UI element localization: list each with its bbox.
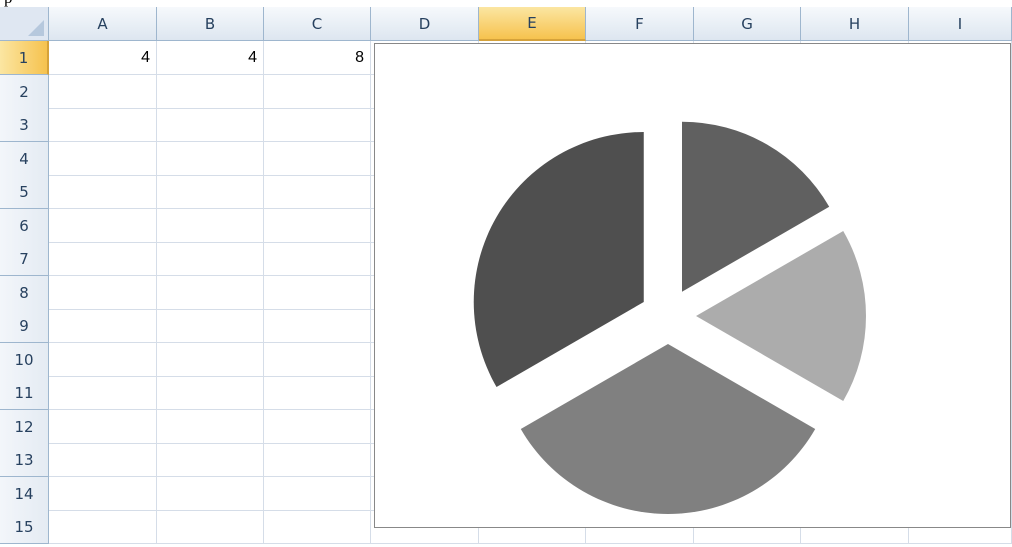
- row-header-7[interactable]: 7: [0, 242, 49, 276]
- cell-c9[interactable]: [264, 309, 371, 343]
- cell-a12[interactable]: [49, 410, 157, 444]
- row-header-13[interactable]: 13: [0, 443, 49, 477]
- cell-a8[interactable]: [49, 276, 157, 310]
- cell-b14[interactable]: [157, 477, 264, 511]
- cell-a13[interactable]: [49, 443, 157, 477]
- row-header-5[interactable]: 5: [0, 175, 49, 209]
- cell-a14[interactable]: [49, 477, 157, 511]
- row-header-6[interactable]: 6: [0, 209, 49, 243]
- cell-c14[interactable]: [264, 477, 371, 511]
- cell-b6[interactable]: [157, 209, 264, 243]
- column-header-d[interactable]: D: [371, 7, 479, 41]
- row-header-14[interactable]: 14: [0, 477, 49, 511]
- row-header-2[interactable]: 2: [0, 75, 49, 109]
- cell-a15[interactable]: [49, 510, 157, 544]
- pie-chart[interactable]: [374, 43, 1011, 528]
- cell-b13[interactable]: [157, 443, 264, 477]
- cell-a10[interactable]: [49, 343, 157, 377]
- cell-a3[interactable]: [49, 108, 157, 142]
- pie-chart-plot: [473, 121, 866, 514]
- cell-b12[interactable]: [157, 410, 264, 444]
- column-header-e[interactable]: E: [479, 7, 586, 41]
- cell-b1[interactable]: 4: [157, 41, 264, 75]
- cell-a11[interactable]: [49, 376, 157, 410]
- column-header-a[interactable]: A: [49, 7, 157, 41]
- row-header-9[interactable]: 9: [0, 309, 49, 343]
- row-header-11[interactable]: 11: [0, 376, 49, 410]
- cell-b8[interactable]: [157, 276, 264, 310]
- cell-a2[interactable]: [49, 75, 157, 109]
- cell-b15[interactable]: [157, 510, 264, 544]
- cell-b5[interactable]: [157, 175, 264, 209]
- cell-c6[interactable]: [264, 209, 371, 243]
- cell-a1[interactable]: 4: [49, 41, 157, 75]
- pie-slice-4[interactable]: [473, 132, 644, 387]
- row-header-8[interactable]: 8: [0, 276, 49, 310]
- cell-c3[interactable]: [264, 108, 371, 142]
- select-all-corner[interactable]: [0, 7, 49, 41]
- column-header-c[interactable]: C: [264, 7, 371, 41]
- cell-c13[interactable]: [264, 443, 371, 477]
- row-header-4[interactable]: 4: [0, 142, 49, 176]
- row-header-15[interactable]: 15: [0, 510, 49, 544]
- cell-c12[interactable]: [264, 410, 371, 444]
- row-header-12[interactable]: 12: [0, 410, 49, 444]
- cell-c1[interactable]: 8: [264, 41, 371, 75]
- cell-b11[interactable]: [157, 376, 264, 410]
- column-header-b[interactable]: B: [157, 7, 264, 41]
- row-header-3[interactable]: 3: [0, 108, 49, 142]
- cell-a5[interactable]: [49, 175, 157, 209]
- cell-b4[interactable]: [157, 142, 264, 176]
- row-header-1[interactable]: 1: [0, 41, 49, 75]
- cell-a9[interactable]: [49, 309, 157, 343]
- pie-slice-3[interactable]: [520, 344, 816, 514]
- cell-b10[interactable]: [157, 343, 264, 377]
- row-header-10[interactable]: 10: [0, 343, 49, 377]
- cell-b9[interactable]: [157, 309, 264, 343]
- cell-c15[interactable]: [264, 510, 371, 544]
- cell-b3[interactable]: [157, 108, 264, 142]
- column-header-f[interactable]: F: [586, 7, 694, 41]
- cropped-document-text: p: [0, 0, 1012, 7]
- cell-c2[interactable]: [264, 75, 371, 109]
- cell-b2[interactable]: [157, 75, 264, 109]
- cell-b7[interactable]: [157, 242, 264, 276]
- cell-c5[interactable]: [264, 175, 371, 209]
- spreadsheet-grid: A B C D E F G H I 1 2 3 4 5 6 7 8 9 10 1…: [0, 7, 1012, 547]
- cell-c11[interactable]: [264, 376, 371, 410]
- column-header-g[interactable]: G: [694, 7, 801, 41]
- cell-a6[interactable]: [49, 209, 157, 243]
- column-header-h[interactable]: H: [801, 7, 909, 41]
- cell-c4[interactable]: [264, 142, 371, 176]
- cell-a7[interactable]: [49, 242, 157, 276]
- column-header-i[interactable]: I: [909, 7, 1012, 41]
- cell-a4[interactable]: [49, 142, 157, 176]
- cell-c7[interactable]: [264, 242, 371, 276]
- cell-c10[interactable]: [264, 343, 371, 377]
- select-all-triangle-icon: [28, 20, 44, 36]
- cell-c8[interactable]: [264, 276, 371, 310]
